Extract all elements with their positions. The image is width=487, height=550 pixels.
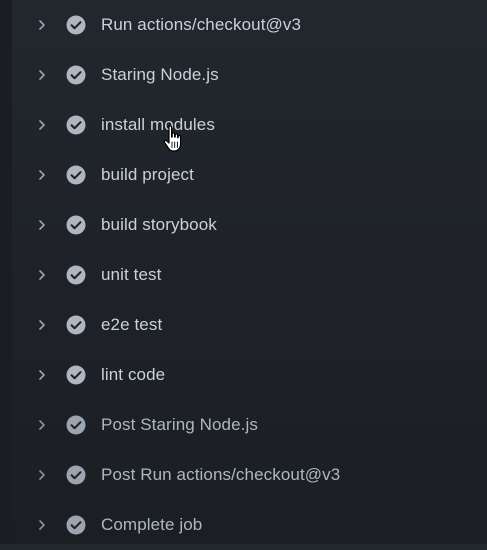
chevron-right-icon[interactable]	[36, 269, 48, 281]
step-row-staring-node[interactable]: Staring Node.js	[12, 50, 477, 100]
step-label: unit test	[101, 265, 162, 284]
check-circle-icon	[66, 415, 86, 435]
step-label: install modules	[101, 115, 215, 134]
chevron-right-icon[interactable]	[36, 419, 48, 431]
chevron-right-icon[interactable]	[36, 69, 48, 81]
step-row-unit-test[interactable]: unit test	[12, 250, 477, 300]
step-label: Post Run actions/checkout@v3	[101, 465, 341, 484]
step-row-install-modules[interactable]: install modules	[12, 100, 477, 150]
step-row-e2e-test[interactable]: e2e test	[12, 300, 477, 350]
chevron-right-icon[interactable]	[36, 519, 48, 531]
step-row-post-staring-node[interactable]: Post Staring Node.js	[12, 400, 477, 450]
step-label: Complete job	[101, 515, 203, 534]
step-row-lint-code[interactable]: lint code	[12, 350, 477, 400]
step-label: build project	[101, 165, 194, 184]
check-circle-icon	[66, 265, 86, 285]
check-circle-icon	[66, 115, 86, 135]
chevron-right-icon[interactable]	[36, 219, 48, 231]
chevron-right-icon[interactable]	[36, 19, 48, 31]
check-circle-icon	[66, 515, 86, 535]
check-circle-icon	[66, 15, 86, 35]
hand-pointer-cursor-icon	[163, 125, 182, 152]
step-label: build storybook	[101, 215, 217, 234]
chevron-right-icon[interactable]	[36, 369, 48, 381]
step-row-checkout[interactable]: Run actions/checkout@v3	[12, 0, 477, 50]
step-label: e2e test	[101, 315, 163, 334]
step-row-build-project[interactable]: build project	[12, 150, 477, 200]
step-label: Run actions/checkout@v3	[101, 15, 302, 34]
check-circle-icon	[66, 465, 86, 485]
check-circle-icon	[66, 315, 86, 335]
chevron-right-icon[interactable]	[36, 119, 48, 131]
check-circle-icon	[66, 365, 86, 385]
step-row-complete-job[interactable]: Complete job	[12, 500, 477, 550]
chevron-right-icon[interactable]	[36, 469, 48, 481]
chevron-right-icon[interactable]	[36, 319, 48, 331]
steps-list: Run actions/checkout@v3 Staring Node.js …	[0, 0, 487, 544]
step-label: lint code	[101, 365, 166, 384]
job-steps-panel: Run actions/checkout@v3 Staring Node.js …	[0, 0, 487, 544]
step-label: Post Staring Node.js	[101, 415, 258, 434]
check-circle-icon	[66, 65, 86, 85]
step-row-build-storybook[interactable]: build storybook	[12, 200, 477, 250]
check-circle-icon	[66, 165, 86, 185]
check-circle-icon	[66, 215, 86, 235]
chevron-right-icon[interactable]	[36, 169, 48, 181]
step-row-post-run-checkout[interactable]: Post Run actions/checkout@v3	[12, 450, 477, 500]
step-label: Staring Node.js	[101, 65, 219, 84]
